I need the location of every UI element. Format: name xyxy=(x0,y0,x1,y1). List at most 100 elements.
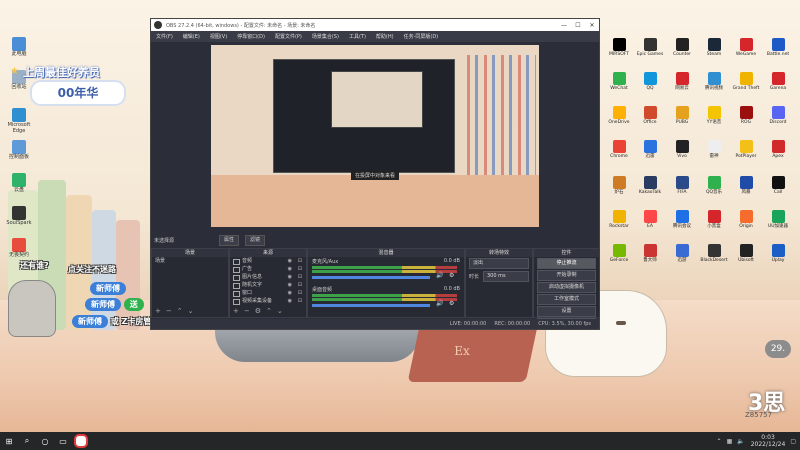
control-button[interactable]: 启动虚拟摄像机 xyxy=(537,282,596,293)
desktop-shortcut[interactable]: Ubisoft xyxy=(728,244,764,263)
desktop-shortcut[interactable]: Origin xyxy=(728,210,764,229)
clock[interactable]: 0:03 2022/12/24 xyxy=(751,434,786,448)
eye-icon[interactable]: ◉ xyxy=(288,281,292,289)
menu-item[interactable]: 帮助(H) xyxy=(371,33,399,40)
search-icon[interactable]: ⌕ xyxy=(18,432,36,450)
desktop-shortcut[interactable]: Call xyxy=(760,176,796,195)
desktop-shortcut[interactable]: Battle.net xyxy=(760,38,796,57)
desktop-shortcut[interactable]: ROG xyxy=(728,106,764,125)
duration-input[interactable]: 300 ms xyxy=(483,271,529,282)
control-button[interactable]: 停止推流 xyxy=(537,258,596,269)
minimize-icon[interactable]: — xyxy=(557,22,571,29)
notification-icon[interactable]: ▢ xyxy=(790,438,796,445)
lock-icon[interactable]: ⊡ xyxy=(298,265,302,273)
desktop-shortcut[interactable]: Garena xyxy=(760,72,796,91)
maximize-icon[interactable]: ☐ xyxy=(571,22,585,29)
speaker-icon-2[interactable]: 🔊 xyxy=(436,300,443,307)
lock-icon[interactable]: ⊡ xyxy=(298,281,302,289)
control-button[interactable]: 工作室模式 xyxy=(537,294,596,305)
desktop-shortcut[interactable]: 迅雷 xyxy=(632,140,668,159)
desktop-shortcut[interactable]: 小黑盒 xyxy=(696,210,732,229)
desktop-shortcut[interactable]: FIFA xyxy=(664,176,700,195)
menu-item[interactable]: 工具(T) xyxy=(344,33,371,40)
source-item[interactable]: 广告 ◉ ⊡ xyxy=(230,265,306,273)
desktop-shortcut[interactable]: Counter xyxy=(664,38,700,57)
menu-item[interactable]: 编辑(E) xyxy=(178,33,205,40)
desktop-shortcut[interactable]: BlackDesert xyxy=(696,244,732,263)
source-item[interactable]: 音频 ◉ ⊡ xyxy=(230,257,306,265)
desktop-shortcut[interactable]: UU加速器 xyxy=(760,210,796,229)
source-item[interactable]: 随机文字 ◉ ⊡ xyxy=(230,281,306,289)
menu-item[interactable]: 停靠窗口(D) xyxy=(232,33,270,40)
source-item[interactable]: 图片信息 ◉ ⊡ xyxy=(230,273,306,281)
network-icon[interactable]: ▦ xyxy=(727,438,733,445)
desktop-shortcut[interactable]: 迅游 xyxy=(664,244,700,263)
desktop-shortcut[interactable]: Vivo xyxy=(664,140,700,159)
scene-item[interactable]: 场景 xyxy=(152,257,228,265)
gear-icon-2[interactable]: ⚙ xyxy=(449,300,454,307)
source-item[interactable]: 视频采集设备 ◉ ⊡ xyxy=(230,297,306,305)
menu-item[interactable]: 场景集合(S) xyxy=(307,33,344,40)
desktop-shortcut[interactable]: 控制面板 xyxy=(2,140,36,160)
desktop-shortcut[interactable]: 腾讯会议 xyxy=(664,210,700,229)
desktop-shortcut[interactable]: YY语音 xyxy=(696,106,732,125)
desktop-shortcut[interactable]: EA xyxy=(632,210,668,229)
source-item[interactable]: 窗口 ◉ ⊡ xyxy=(230,289,306,297)
cortana-icon[interactable]: ○ xyxy=(36,432,54,450)
desktop-shortcut[interactable]: 腾讯视频 xyxy=(696,72,732,91)
desktop-shortcut[interactable]: Steam xyxy=(696,38,732,57)
obs-taskbar-icon[interactable] xyxy=(72,432,90,450)
desktop-shortcut[interactable]: Microsoft Edge xyxy=(2,108,36,134)
desktop-shortcut[interactable]: SoulSpark xyxy=(2,206,36,226)
desktop-shortcut[interactable]: 雷神 xyxy=(696,140,732,159)
control-button[interactable]: 开始录制 xyxy=(537,270,596,281)
volume-icon[interactable]: 🔈 xyxy=(737,438,744,445)
chevron-up-icon[interactable]: ⌃ xyxy=(717,438,722,445)
eye-icon[interactable]: ◉ xyxy=(288,265,292,273)
desktop-shortcut[interactable]: KakaoTalk xyxy=(632,176,668,195)
eye-icon[interactable]: ◉ xyxy=(288,273,292,281)
desktop-shortcut[interactable]: 鲁大师 xyxy=(632,244,668,263)
filters-button[interactable]: 滤镜 xyxy=(245,234,266,246)
lock-icon[interactable]: ⊡ xyxy=(298,257,302,265)
windows-start-icon[interactable]: ⊞ xyxy=(0,432,18,450)
desktop-shortcut[interactable]: Apex xyxy=(760,140,796,159)
lock-icon[interactable]: ⊡ xyxy=(298,289,302,297)
obs-window[interactable]: OBS 27.2.4 (64-bit, windows) - 配置文件: 未命名… xyxy=(150,18,600,330)
lock-icon[interactable]: ⊡ xyxy=(298,273,302,281)
menu-item[interactable]: 任务-同屏版(D) xyxy=(399,33,444,40)
desktop-shortcut[interactable]: Office xyxy=(632,106,668,125)
sources-toolbar[interactable]: +−⚙⌃⌄ xyxy=(233,307,288,315)
volume-slider-2[interactable] xyxy=(312,304,430,307)
desktop-shortcut[interactable]: PUBG xyxy=(664,106,700,125)
desktop-shortcut[interactable]: QQ音乐 xyxy=(696,176,732,195)
obs-preview[interactable]: 在投屏中对象来看 xyxy=(211,45,539,227)
desktop-shortcut[interactable]: Uplay xyxy=(760,244,796,263)
desktop-shortcut[interactable]: 网易云 xyxy=(664,72,700,91)
properties-button[interactable]: 属性 xyxy=(219,234,240,246)
obs-titlebar[interactable]: OBS 27.2.4 (64-bit, windows) - 配置文件: 未命名… xyxy=(151,19,599,31)
scenes-toolbar[interactable]: +−⌃⌄ xyxy=(155,307,198,315)
menu-item[interactable]: 配置文件(P) xyxy=(270,33,307,40)
transition-select[interactable]: 淡出 xyxy=(469,258,529,269)
speaker-icon-1[interactable]: 🔊 xyxy=(436,272,443,279)
close-icon[interactable]: ✕ xyxy=(585,22,599,29)
volume-slider-1[interactable] xyxy=(312,276,430,279)
menu-item[interactable]: 文件(F) xyxy=(151,33,178,40)
lock-icon[interactable]: ⊡ xyxy=(298,297,302,305)
control-button[interactable]: 设置 xyxy=(537,306,596,317)
eye-icon[interactable]: ◉ xyxy=(288,297,292,305)
gear-icon-1[interactable]: ⚙ xyxy=(449,272,454,279)
desktop-shortcut[interactable]: 此电脑 xyxy=(2,37,36,57)
menu-item[interactable]: 视图(V) xyxy=(205,33,232,40)
desktop-shortcut[interactable]: Epic Games xyxy=(632,38,668,57)
desktop-shortcut[interactable]: 风暴 xyxy=(728,176,764,195)
desktop-shortcut[interactable]: 云盘 xyxy=(2,173,36,193)
eye-icon[interactable]: ◉ xyxy=(288,289,292,297)
desktop-shortcut[interactable]: 无畏契约 xyxy=(2,238,36,258)
desktop-shortcut[interactable]: Discord xyxy=(760,106,796,125)
desktop-shortcut[interactable]: Grand Theft xyxy=(728,72,764,91)
desktop-shortcut[interactable]: WeGame xyxy=(728,38,764,57)
desktop-shortcut[interactable]: QQ xyxy=(632,72,668,91)
eye-icon[interactable]: ◉ xyxy=(288,257,292,265)
